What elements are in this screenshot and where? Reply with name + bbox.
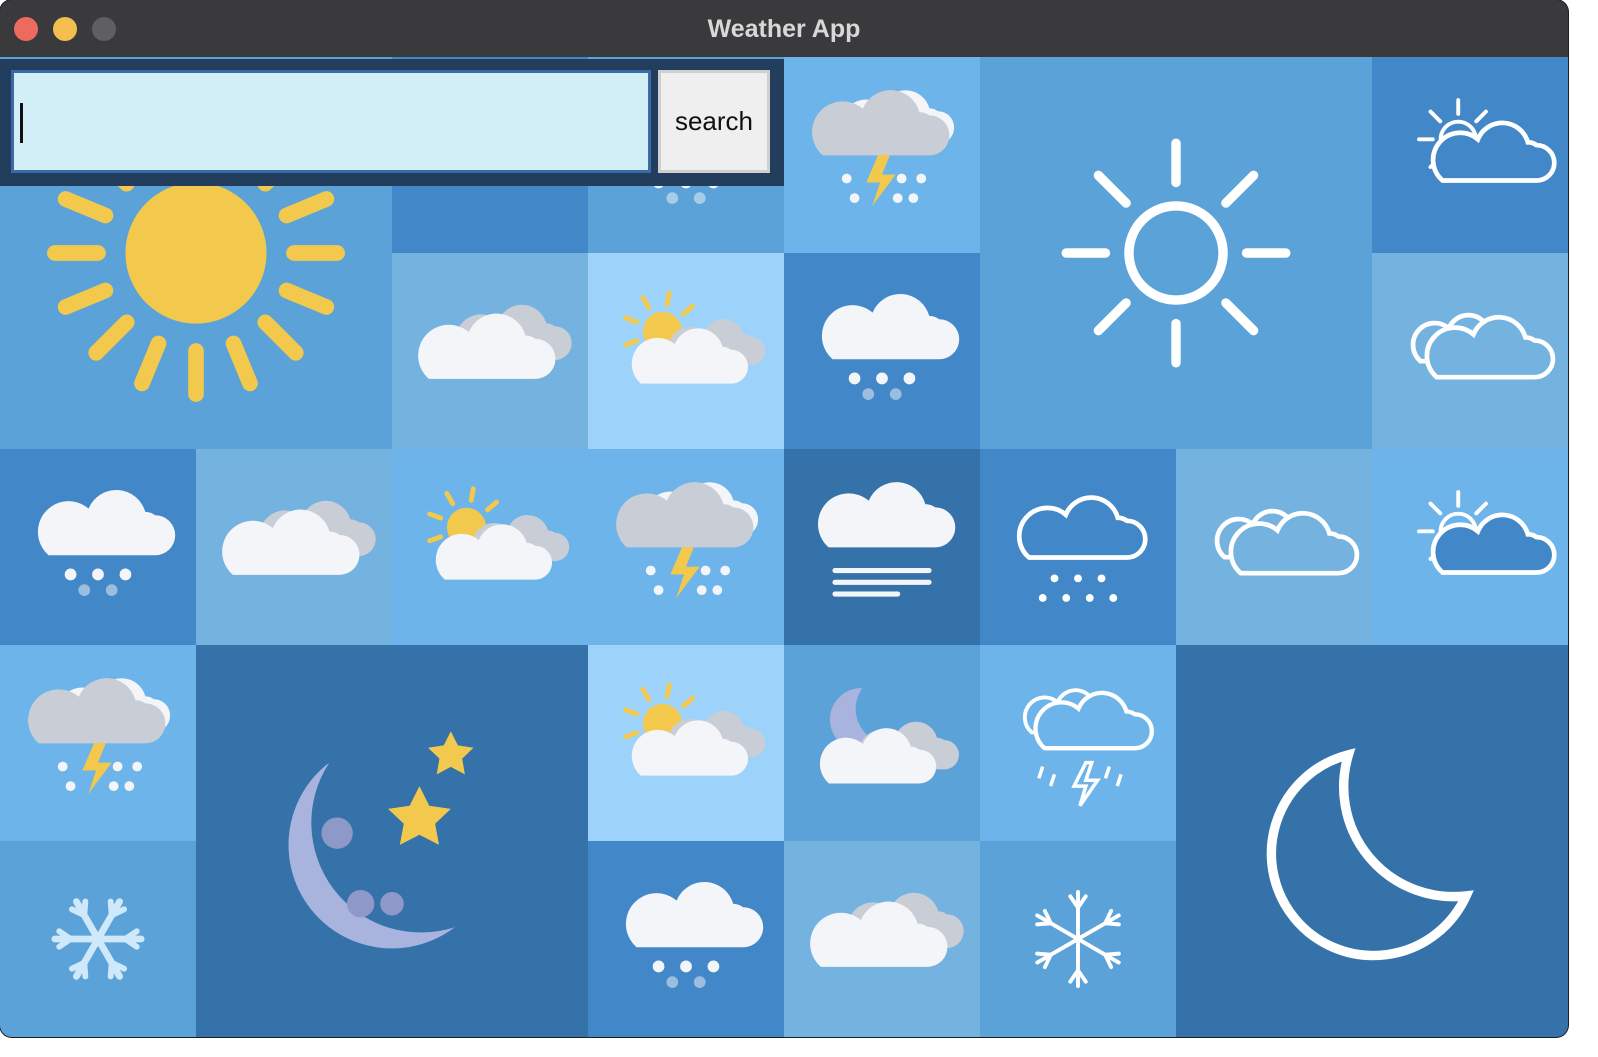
weather-tile <box>196 645 588 1037</box>
fog-icon <box>817 482 956 597</box>
weather-tile <box>588 253 784 449</box>
thunderstorm-icon <box>616 482 759 598</box>
cloudy-icon <box>418 304 572 379</box>
night-cloudy-icon <box>819 688 959 784</box>
weather-tile <box>784 841 980 1037</box>
snow-cloud-icon <box>37 489 176 596</box>
thunderstorm-outline-icon <box>1022 688 1154 807</box>
weather-tile <box>784 449 980 645</box>
weather-tile <box>980 57 1372 449</box>
partly-sunny-icon <box>623 290 766 384</box>
window-title: Weather App <box>707 15 861 43</box>
weather-tile <box>196 449 392 645</box>
weather-tile <box>980 841 1176 1037</box>
weather-tile <box>588 645 784 841</box>
snowflake-icon <box>51 898 145 980</box>
moon-outline-icon <box>1266 748 1474 961</box>
weather-tile <box>1176 645 1568 1037</box>
snowflake-outline-icon <box>1035 890 1121 988</box>
weather-tile <box>1176 449 1372 645</box>
weather-tile <box>1372 253 1568 449</box>
cloudy-outline-icon <box>1410 312 1556 380</box>
weather-tile <box>1372 57 1568 253</box>
weather-tile <box>980 449 1176 645</box>
weather-tile <box>784 253 980 449</box>
partly-cloudy-outline-icon <box>1417 490 1557 575</box>
snow-cloud-icon <box>625 881 764 988</box>
cloudy-icon <box>222 500 376 575</box>
weather-icon-grid <box>0 57 1568 1037</box>
weather-tile <box>784 57 980 253</box>
thunderstorm-icon <box>28 678 171 794</box>
cloudy-outline-icon <box>1214 508 1360 576</box>
sun-outline-icon <box>1061 138 1291 368</box>
snow-cloud-icon <box>821 293 960 400</box>
title-bar: Weather App <box>0 0 1568 59</box>
weather-tile <box>980 645 1176 841</box>
partly-cloudy-outline-icon <box>1417 98 1557 183</box>
partly-sunny-icon <box>427 486 570 580</box>
text-cursor <box>20 103 23 143</box>
thunderstorm-icon <box>812 90 955 206</box>
weather-tile <box>0 645 196 841</box>
app-window: Weather App search <box>0 0 1568 1037</box>
weather-tile <box>392 253 588 449</box>
weather-tile <box>0 841 196 1037</box>
search-bar: search <box>0 59 784 186</box>
weather-tile <box>588 841 784 1037</box>
weather-tile <box>588 449 784 645</box>
moon-stars-icon <box>288 731 474 949</box>
partly-sunny-icon <box>623 682 766 776</box>
weather-tile <box>0 449 196 645</box>
cloudy-icon <box>810 892 964 967</box>
weather-tile <box>784 645 980 841</box>
snow-cloud-outline-icon <box>1016 495 1148 602</box>
search-button[interactable]: search <box>658 70 770 173</box>
weather-tile <box>392 449 588 645</box>
weather-tile <box>1372 449 1568 645</box>
search-input[interactable] <box>11 70 651 173</box>
